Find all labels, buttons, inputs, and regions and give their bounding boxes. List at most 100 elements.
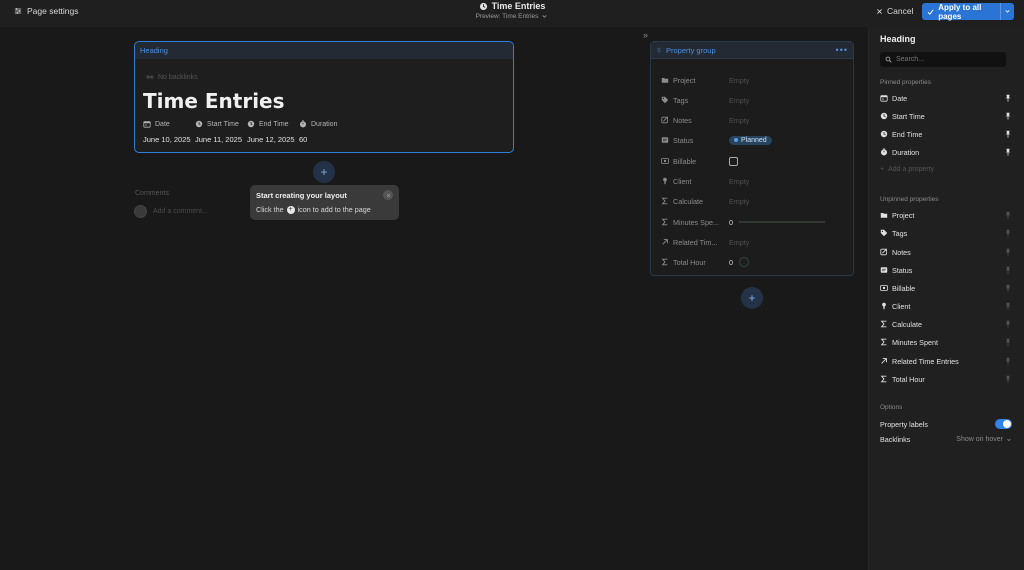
pg-row-notes[interactable]: Notes Empty (661, 114, 845, 126)
tooltip-body-before: Click the (256, 205, 284, 214)
arrow-up-right-icon (661, 238, 669, 246)
backlinks-select[interactable]: Show on hover (956, 436, 1012, 443)
pin-icon[interactable] (1004, 357, 1012, 365)
property-group-card[interactable]: Property group ••• Project Empty Tags Em… (650, 41, 854, 276)
pinned-section-label: Pinned properties (880, 79, 931, 86)
backlinks-label: No backlinks (158, 73, 198, 81)
sidebar-item-start-time[interactable]: Start Time (880, 110, 1012, 122)
pg-row-status[interactable]: Status Planned (661, 134, 845, 146)
close-icon (876, 8, 883, 15)
sidebar-item-end-time[interactable]: End Time (880, 128, 1012, 140)
pin-icon[interactable] (1004, 284, 1012, 292)
tag-icon (880, 229, 888, 237)
status-dot (734, 138, 738, 142)
pg-row-related-time-entries[interactable]: Related Tim... Empty (661, 236, 845, 248)
pin-icon[interactable] (1004, 94, 1012, 102)
pg-row-client[interactable]: Client Empty (661, 175, 845, 187)
pg-row-billable[interactable]: Billable (661, 155, 845, 167)
sidebar-item-project[interactable]: Project (880, 209, 1012, 221)
tooltip-body: Click the + icon to add to the page (256, 205, 393, 214)
sidebar-item-status[interactable]: Status (880, 264, 1012, 276)
sidebar-item-label: Start Time (892, 111, 925, 121)
add-property-button[interactable]: + Add a property (880, 166, 934, 173)
sigma-icon (880, 338, 888, 346)
sidebar-item-client[interactable]: Client (880, 300, 1012, 312)
drag-handle-icon[interactable] (656, 46, 662, 54)
pg-row-label: Tags (673, 95, 689, 105)
backlinks-option: Backlinks Show on hover (880, 435, 1012, 444)
comment-input-row[interactable]: Add a comment... (134, 205, 208, 218)
pin-icon[interactable] (1004, 211, 1012, 219)
top-bar: Page settings Time Entries Preview: Time… (0, 0, 1024, 27)
prop-label-text: Duration (311, 120, 338, 128)
plus-icon: + (880, 166, 885, 173)
pg-row-value: Empty (729, 176, 750, 186)
prop-label-duration: Duration (299, 120, 337, 128)
chevron-down-icon (1006, 437, 1012, 443)
prop-label-text: End Time (259, 120, 289, 128)
cancel-button[interactable]: Cancel (876, 6, 913, 16)
preview-selector[interactable]: Preview: Time Entries (412, 13, 612, 20)
apply-to-all-pages-button[interactable]: Apply to all pages (922, 3, 1014, 21)
pg-row-calculate[interactable]: Calculate Empty (661, 195, 845, 207)
progress-bar (739, 221, 825, 223)
pg-row-label: Status (673, 135, 694, 145)
pg-row-value: Empty (729, 95, 750, 105)
pin-icon[interactable] (1004, 302, 1012, 310)
chevron-down-icon (541, 13, 548, 20)
status-icon (880, 266, 888, 274)
sidebar-item-label: Notes (892, 247, 911, 257)
search-input[interactable]: Search... (880, 52, 1006, 67)
pg-row-project[interactable]: Project Empty (661, 74, 845, 86)
backlinks-select-value: Show on hover (956, 436, 1003, 443)
pin-icon[interactable] (1004, 375, 1012, 383)
progress-ring (739, 257, 749, 267)
sidebar-item-label: Project (892, 210, 915, 220)
sidebar-item-date[interactable]: Date (880, 92, 1012, 104)
sidebar-item-notes[interactable]: Notes (880, 246, 1012, 258)
sidebar-item-calculate[interactable]: Calculate (880, 318, 1012, 330)
plus-icon: + (748, 291, 756, 305)
page-title: Time Entries (491, 1, 546, 11)
sidebar-item-related-time-entries[interactable]: Related Time Entries (880, 355, 1012, 367)
pg-row-tags[interactable]: Tags Empty (661, 94, 845, 106)
heading-title: Time Entries (143, 89, 285, 113)
close-icon (386, 193, 391, 198)
clock-icon (880, 130, 888, 138)
page-settings-label: Page settings (27, 6, 79, 16)
options-section-label: Options (880, 404, 903, 411)
add-block-button[interactable]: + (313, 161, 335, 183)
apply-options-dropdown[interactable] (1000, 3, 1014, 20)
page-settings-button[interactable]: Page settings (14, 6, 79, 16)
pg-row-total-hour[interactable]: Total Hour 0 (661, 256, 845, 268)
pin-icon[interactable] (1004, 112, 1012, 120)
tooltip-close-button[interactable] (383, 190, 393, 200)
pin-icon[interactable] (1004, 338, 1012, 346)
sidebar-item-total-hour[interactable]: Total Hour (880, 373, 1012, 385)
pin-icon[interactable] (1004, 320, 1012, 328)
tooltip-body-after: icon to add to the page (297, 205, 371, 214)
add-block-button[interactable]: + (741, 287, 763, 309)
status-badge[interactable]: Planned (729, 135, 772, 145)
sidebar-item-duration[interactable]: Duration (880, 146, 1012, 158)
heading-property-labels: Date Start Time End Time Duration (143, 120, 337, 128)
page-title-block: Time Entries Preview: Time Entries (412, 1, 612, 20)
pin-icon[interactable] (1004, 229, 1012, 237)
pin-icon[interactable] (1004, 130, 1012, 138)
collapse-panel-icon[interactable]: » (643, 30, 648, 40)
prop-label-date: Date (143, 120, 195, 128)
pin-icon[interactable] (1004, 148, 1012, 156)
clock-icon (247, 120, 255, 128)
sidebar-item-minutes-spent[interactable]: Minutes Spent (880, 336, 1012, 348)
sidebar-item-billable[interactable]: Billable (880, 282, 1012, 294)
more-options-icon[interactable]: ••• (836, 45, 848, 55)
property-labels-toggle[interactable] (995, 419, 1012, 429)
billable-checkbox[interactable] (729, 156, 738, 166)
pg-row-minutes-spent[interactable]: Minutes Spe... 0 (661, 216, 845, 228)
heading-card[interactable]: Heading No backlinks Time Entries Date S… (134, 41, 514, 153)
plus-icon: + (320, 165, 328, 179)
sidebar-item-tags[interactable]: Tags (880, 227, 1012, 239)
pin-icon[interactable] (1004, 248, 1012, 256)
pin-icon[interactable] (1004, 266, 1012, 274)
calendar-icon (143, 120, 151, 128)
